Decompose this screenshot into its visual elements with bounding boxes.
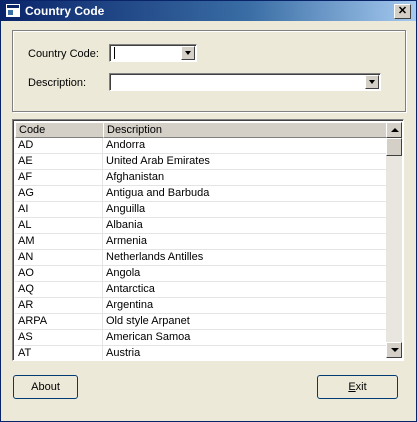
about-button[interactable]: About [13,375,78,399]
app-window-icon [6,4,20,17]
table-row[interactable]: AO Angola [15,266,387,282]
table-row[interactable]: AL Albania [15,218,387,234]
scroll-up-button[interactable] [386,122,402,138]
table-row[interactable]: AG Antigua and Barbuda [15,186,387,202]
grid-header: Code Description [15,122,388,138]
cell-description: Angola [106,267,141,279]
cell-description: Afghanistan [106,171,165,183]
cell-code: AQ [15,282,103,297]
filter-group: Country Code: Description: [12,30,406,112]
vertical-scrollbar[interactable] [386,122,402,358]
cell-code: AE [15,154,103,169]
cell-code: AF [15,170,103,185]
country-code-label: Country Code: [28,48,99,60]
cell-description: American Samoa [106,331,191,343]
cell-code: AI [15,202,103,217]
table-row[interactable]: AN Netherlands Antilles [15,250,387,266]
cell-code: AO [15,266,103,281]
close-icon: ✕ [397,5,408,17]
cell-code: AG [15,186,103,201]
table-row[interactable]: AR Argentina [15,298,387,314]
cell-code: AD [15,138,103,153]
table-row[interactable]: AF Afghanistan [15,170,387,186]
table-row[interactable]: AD Andorra [15,138,387,154]
table-row[interactable]: AI Anguilla [15,202,387,218]
column-header-code[interactable]: Code [15,122,104,138]
cell-description: Antarctica [106,283,155,295]
cell-description: Armenia [106,235,147,247]
cell-code: AM [15,234,103,249]
window-title: Country Code [25,4,105,18]
exit-button[interactable]: Exit [317,375,398,399]
table-row[interactable]: AE United Arab Emirates [15,154,387,170]
cell-code: AT [15,346,103,360]
cell-code: AR [15,298,103,313]
country-code-window: Country Code ✕ Country Code: Description… [0,0,417,422]
cell-description: Old style Arpanet [106,315,190,327]
cell-description: Argentina [106,299,154,311]
chevron-down-icon [369,80,375,84]
cell-description: Antigua and Barbuda [106,187,210,199]
cell-description: Netherlands Antilles [106,251,204,263]
title-bar[interactable]: Country Code ✕ [1,1,416,21]
grid-rows: AD Andorra AE United Arab Emirates AF Afghani… [15,138,387,360]
scroll-down-icon [391,348,399,352]
table-row[interactable]: AT Austria [15,346,387,360]
cell-description: Andorra [106,139,146,151]
country-code-dropdown-button[interactable] [181,46,195,60]
description-label: Description: [28,77,87,89]
country-code-combo[interactable] [109,44,197,62]
description-dropdown-button[interactable] [365,75,379,89]
cell-code: ARPA [15,314,103,329]
table-row[interactable]: ARPA Old style Arpanet [15,314,387,330]
close-button[interactable]: ✕ [394,4,411,19]
text-caret [114,47,115,59]
cell-description: Albania [106,219,143,231]
cell-description: Austria [106,347,141,359]
scroll-thumb[interactable] [386,138,402,156]
cell-code: AL [15,218,103,233]
table-row[interactable]: AM Armenia [15,234,387,250]
column-header-description[interactable]: Description [103,122,388,138]
cell-description: Anguilla [106,203,146,215]
cell-description: United Arab Emirates [106,155,210,167]
country-grid[interactable]: Code Description AD Andorra AE United Arab … [12,119,404,361]
cell-code: AS [15,330,103,345]
scroll-up-icon [391,128,399,132]
scroll-down-button[interactable] [386,342,402,358]
table-row[interactable]: AQ Antarctica [15,282,387,298]
cell-code: AN [15,250,103,265]
table-row[interactable]: AS American Samoa [15,330,387,346]
description-combo[interactable] [109,73,381,91]
chevron-down-icon [185,51,191,55]
